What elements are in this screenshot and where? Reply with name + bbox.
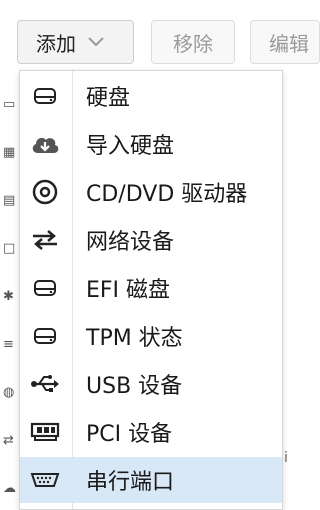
- menu-item-label: 串行端口: [86, 470, 175, 495]
- menu-item-network-device[interactable]: 网络设备: [20, 217, 282, 263]
- menu-item-cd-dvd[interactable]: CD/DVD 驱动器: [20, 169, 282, 215]
- exchange-arrows-icon: [28, 223, 62, 257]
- remove-button[interactable]: 移除: [151, 20, 235, 64]
- menu-item-hard-disk[interactable]: 硬盘: [20, 73, 282, 119]
- edit-button[interactable]: 编辑: [250, 20, 320, 64]
- gear-icon: ✱: [3, 289, 14, 304]
- add-button[interactable]: 添加: [17, 20, 134, 64]
- menu-item-label: PCI 设备: [86, 422, 173, 447]
- pci-card-icon: [28, 415, 62, 449]
- menu-item-label: EFI 磁盘: [86, 278, 171, 303]
- menu-item-label: 网络设备: [86, 230, 175, 255]
- menu-item-import-disk[interactable]: 导入硬盘: [20, 121, 282, 167]
- truncated-text-glyph: i: [284, 450, 288, 466]
- hardware-list-right-edge: i: [283, 70, 294, 510]
- cpu-icon: ▦: [3, 145, 16, 160]
- display-icon: □: [3, 241, 16, 256]
- add-button-label: 添加: [36, 31, 76, 56]
- menu-item-usb-device[interactable]: USB 设备: [20, 361, 282, 407]
- hard-disk-icon: [28, 271, 62, 305]
- disk-icon: ◍: [3, 385, 15, 400]
- menu-item-serial-port[interactable]: 串行端口: [20, 457, 282, 503]
- menu-item-label: TPM 状态: [86, 326, 183, 351]
- menu-item-pci-device[interactable]: PCI 设备: [20, 409, 282, 455]
- toolbar: 添加 移除 编辑: [0, 0, 320, 70]
- monitor-icon: ▭: [3, 97, 16, 112]
- database-icon: ≡: [3, 337, 14, 352]
- menu-item-label: CD/DVD 驱动器: [86, 182, 248, 207]
- menu-item-label: 导入硬盘: [86, 134, 175, 159]
- menu-item-label: USB 设备: [86, 374, 183, 399]
- hard-disk-icon: [28, 319, 62, 353]
- memory-icon: ▤: [3, 193, 16, 208]
- serial-port-icon: [28, 463, 62, 497]
- edit-button-label: 编辑: [269, 31, 309, 56]
- hard-disk-icon: [28, 79, 62, 113]
- cloud-download-icon: [28, 127, 62, 161]
- hardware-list-icons: ▭ ▦ ▤ □ ✱ ≡ ◍ ⇄ ☁: [0, 70, 20, 510]
- remove-button-label: 移除: [173, 31, 213, 56]
- network-icon: ⇄: [3, 433, 14, 448]
- usb-icon: [28, 367, 62, 401]
- chevron-down-icon: [88, 37, 104, 47]
- menu-item-tpm-state[interactable]: TPM 状态: [20, 313, 282, 359]
- cloud-icon: ☁: [3, 481, 16, 496]
- menu-item-efi-disk[interactable]: EFI 磁盘: [20, 265, 282, 311]
- menu-item-label: 硬盘: [86, 86, 131, 111]
- add-hardware-menu: 硬盘 导入硬盘 CD/DVD 驱动器 网络设备 EFI 磁盘 TPM 状态 US…: [19, 70, 283, 510]
- cd-dvd-icon: [28, 175, 62, 209]
